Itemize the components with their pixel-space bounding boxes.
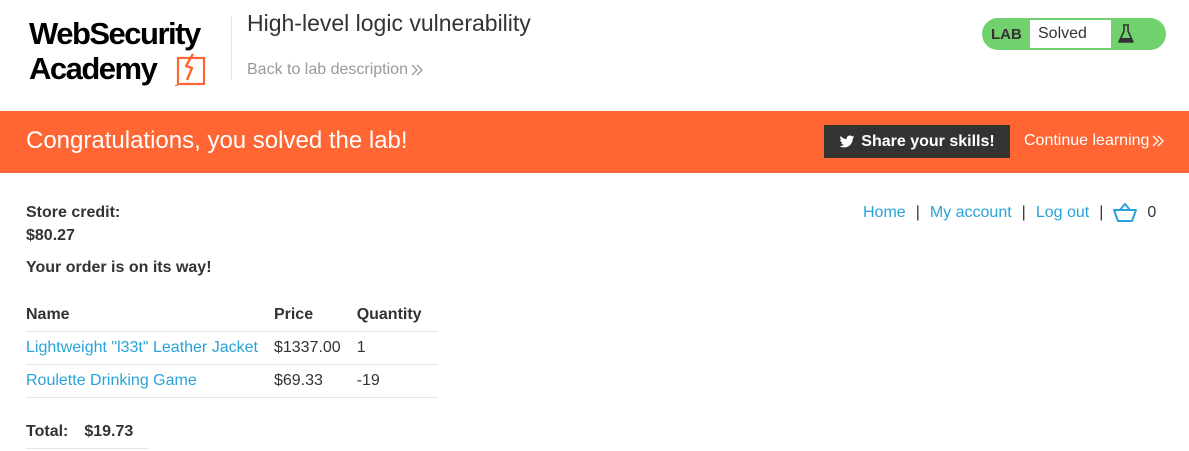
twitter-icon bbox=[839, 134, 855, 147]
lab-title: High-level logic vulnerability bbox=[247, 10, 531, 36]
lab-header: WebSecurity Academy High-level logic vul… bbox=[0, 0, 1189, 111]
back-link-label: Back to lab description bbox=[247, 61, 408, 78]
total-row: Total: $19.73 bbox=[26, 416, 150, 449]
order-status-message: Your order is on its way! bbox=[26, 259, 212, 276]
store-credit-label: Store credit: bbox=[26, 204, 121, 221]
cart-count: 0 bbox=[1147, 204, 1157, 221]
item-price-cell: $1337.00 bbox=[273, 331, 357, 365]
column-header-name: Name bbox=[26, 300, 274, 332]
cart-icon bbox=[1113, 203, 1138, 222]
logo-bolt-icon bbox=[175, 53, 206, 86]
nav-separator: | bbox=[1021, 204, 1026, 221]
my-account-link[interactable]: My account bbox=[930, 204, 1012, 222]
nav-separator: | bbox=[915, 204, 920, 221]
header-divider bbox=[231, 16, 232, 80]
item-name-cell: Lightweight "l33t" Leather Jacket bbox=[26, 331, 274, 365]
back-to-description-link[interactable]: Back to lab description bbox=[247, 61, 423, 79]
double-chevron-right-icon bbox=[411, 64, 423, 76]
congratulations-message: Congratulations, you solved the lab! bbox=[26, 127, 408, 154]
total-label: Total: bbox=[26, 416, 85, 449]
share-skills-label: Share your skills! bbox=[861, 132, 995, 150]
nav-separator: | bbox=[1099, 204, 1104, 221]
order-total-table: Total: $19.73 bbox=[26, 416, 150, 449]
solved-banner: Congratulations, you solved the lab! Sha… bbox=[0, 111, 1189, 173]
top-navigation: Home | My account | Log out | 0 bbox=[863, 202, 1156, 224]
product-link[interactable]: Lightweight "l33t" Leather Jacket bbox=[26, 339, 258, 356]
column-header-price: Price bbox=[273, 300, 357, 332]
item-price-cell: $69.33 bbox=[273, 364, 357, 398]
store-credit-value: $80.27 bbox=[26, 227, 75, 244]
table-header-row: Name Price Quantity bbox=[26, 300, 438, 332]
lab-tag: LAB bbox=[991, 26, 1022, 43]
order-items-table: Name Price Quantity Lightweight "l33t" L… bbox=[26, 300, 438, 398]
column-header-quantity: Quantity bbox=[356, 300, 438, 332]
product-link[interactable]: Roulette Drinking Game bbox=[26, 372, 197, 389]
web-security-academy-logo[interactable]: WebSecurity Academy bbox=[27, 16, 232, 88]
lab-status-value: Solved bbox=[1030, 20, 1111, 48]
home-link[interactable]: Home bbox=[863, 204, 906, 222]
continue-learning-link[interactable]: Continue learning bbox=[1024, 132, 1165, 150]
table-row: Roulette Drinking Game $69.33 -19 bbox=[26, 364, 438, 398]
log-out-link[interactable]: Log out bbox=[1036, 204, 1089, 222]
double-chevron-right-icon bbox=[1152, 135, 1165, 147]
share-skills-button[interactable]: Share your skills! bbox=[824, 125, 1010, 158]
table-row: Lightweight "l33t" Leather Jacket $1337.… bbox=[26, 331, 438, 365]
continue-learning-label: Continue learning bbox=[1024, 132, 1150, 149]
cart-link[interactable]: 0 bbox=[1113, 203, 1156, 223]
logo-line-1: WebSecurity bbox=[29, 16, 201, 51]
item-quantity-cell: 1 bbox=[356, 331, 438, 365]
logo-line-2: Academy bbox=[29, 51, 158, 86]
lab-status-widget: LAB Solved bbox=[982, 18, 1166, 50]
total-value: $19.73 bbox=[84, 416, 150, 449]
flask-icon bbox=[1118, 24, 1134, 43]
item-name-cell: Roulette Drinking Game bbox=[26, 364, 274, 398]
item-quantity-cell: -19 bbox=[356, 364, 438, 398]
